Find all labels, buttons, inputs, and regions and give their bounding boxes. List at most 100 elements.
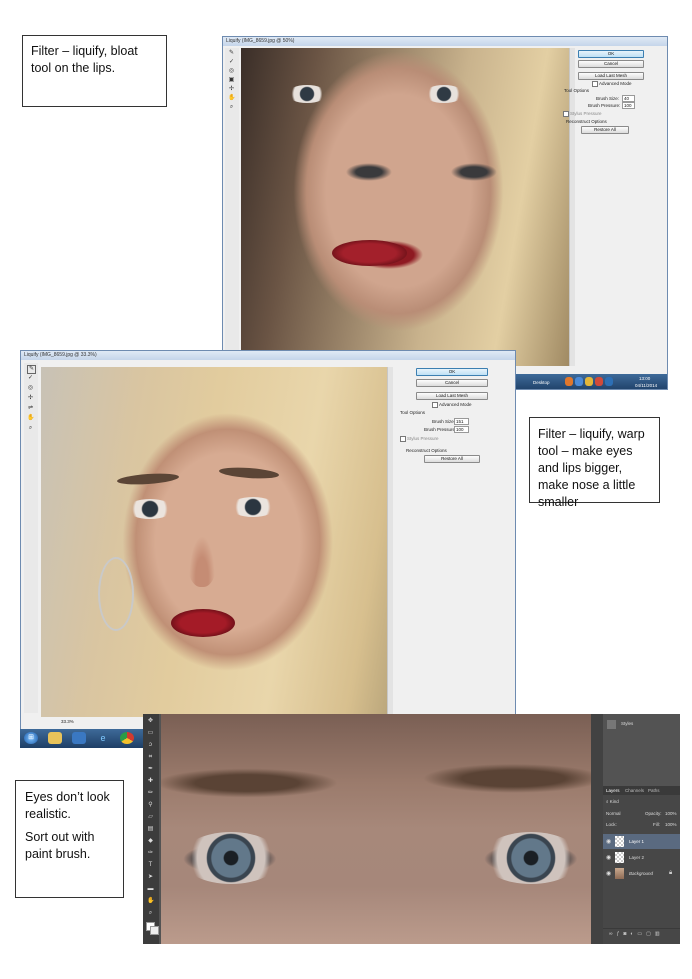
- tab-channels[interactable]: Channels: [625, 788, 644, 793]
- zoom-tool-icon[interactable]: ⌕: [228, 104, 235, 111]
- right-eye: [424, 85, 464, 103]
- pucker-tool-icon[interactable]: ✢: [27, 395, 34, 402]
- taskbar-app-icon[interactable]: [575, 377, 583, 386]
- ok-button[interactable]: OK: [578, 50, 644, 58]
- lasso-tool-icon[interactable]: ↄ: [147, 742, 154, 749]
- move-tool-icon[interactable]: ✥: [147, 718, 154, 725]
- forward-warp-tool-icon[interactable]: ✎: [228, 50, 235, 57]
- stylus-pressure-checkbox[interactable]: [400, 436, 406, 442]
- twirl-tool-icon[interactable]: ◎: [228, 68, 235, 75]
- zoom-tool-icon[interactable]: ⌕: [27, 425, 34, 432]
- gradient-tool-icon[interactable]: ▤: [147, 826, 154, 833]
- stylus-pressure-checkbox[interactable]: [563, 111, 569, 117]
- internet-explorer-icon[interactable]: e: [96, 732, 110, 744]
- pen-tool-icon[interactable]: ✑: [147, 850, 154, 857]
- advanced-mode-checkbox[interactable]: [432, 402, 438, 408]
- eye-visibility-icon[interactable]: ◉: [606, 854, 611, 861]
- marquee-tool-icon[interactable]: ▭: [147, 730, 154, 737]
- layer-name: Layer 2: [629, 855, 645, 860]
- restore-all-button[interactable]: Restore All: [581, 126, 629, 134]
- shape-tool-icon[interactable]: ▬: [147, 886, 154, 893]
- taskbar-desktop-label[interactable]: Desktop: [533, 380, 550, 385]
- file-explorer-icon[interactable]: [48, 732, 62, 744]
- hand-tool-icon[interactable]: ✋: [27, 415, 34, 422]
- chrome-icon[interactable]: [120, 732, 134, 744]
- brush-tool-icon[interactable]: ✏: [147, 790, 154, 797]
- reconstruct-tool-icon[interactable]: ✓: [27, 375, 34, 382]
- media-app-icon[interactable]: [72, 732, 86, 744]
- face-photo-1[interactable]: [241, 48, 569, 366]
- tool-options-heading: Tool Options: [400, 410, 426, 415]
- advanced-mode-checkbox[interactable]: [592, 81, 598, 87]
- styles-panel-row[interactable]: Styles: [603, 718, 680, 732]
- eye-visibility-icon[interactable]: ◉: [606, 838, 611, 845]
- ok-button[interactable]: OK: [416, 368, 488, 376]
- zoom-tool-icon[interactable]: ⌕: [147, 910, 154, 917]
- cancel-button[interactable]: Cancel: [416, 379, 488, 387]
- cancel-button[interactable]: Cancel: [578, 60, 644, 68]
- brush-size-field[interactable]: 151: [454, 418, 469, 425]
- eyes-closeup-photo[interactable]: [161, 714, 591, 944]
- crop-tool-icon[interactable]: ⌗: [147, 754, 154, 761]
- group-icon[interactable]: ▭: [637, 931, 646, 937]
- brush-pressure-field[interactable]: 100: [454, 426, 469, 433]
- clone-stamp-icon[interactable]: ⚲: [147, 802, 154, 809]
- new-layer-icon[interactable]: ▢: [646, 931, 655, 937]
- layer-thumbnail: [615, 836, 624, 847]
- eraser-tool-icon[interactable]: ▱: [147, 814, 154, 821]
- pucker-tool-icon[interactable]: ▣: [228, 77, 235, 84]
- styles-panel-icon: [607, 720, 616, 729]
- type-tool-icon[interactable]: T: [147, 862, 154, 869]
- lock-icon: 🔒︎: [669, 870, 673, 876]
- brush-size-field[interactable]: 40: [622, 95, 635, 102]
- hand-tool-icon[interactable]: ✋: [228, 95, 235, 102]
- layer-thumbnail: [615, 868, 624, 879]
- link-layers-icon[interactable]: ∞: [609, 931, 617, 937]
- layer-row[interactable]: ◉ Layer 2: [603, 850, 680, 865]
- layer-row[interactable]: ◉ Background 🔒︎: [603, 866, 680, 881]
- zoom-level[interactable]: 33.3%: [61, 719, 74, 724]
- twirl-tool-icon[interactable]: ◎: [27, 385, 34, 392]
- fill-field[interactable]: 100%: [665, 822, 677, 827]
- face-photo-2[interactable]: [41, 367, 387, 717]
- clock-date: 04/11/2014: [635, 383, 658, 388]
- load-last-mesh-button[interactable]: Load Last Mesh: [578, 72, 644, 80]
- reconstruct-tool-icon[interactable]: ✓: [228, 59, 235, 66]
- taskbar-app-icon[interactable]: [565, 377, 573, 386]
- tab-paths[interactable]: Paths: [648, 788, 660, 793]
- hand-tool-icon[interactable]: ✋: [147, 898, 154, 905]
- taskbar-app-icon[interactable]: [585, 377, 593, 386]
- brush-pressure-field[interactable]: 100: [622, 102, 635, 109]
- forward-warp-tool-icon[interactable]: ✎: [27, 365, 36, 374]
- windows-taskbar-1: Desktop 13:00 04/11/2014: [513, 374, 667, 389]
- photoshop-tools-panel: ✥ ▭ ↄ ⌗ ✒ ✚ ✏ ⚲ ▱ ▤ ◆ ✑ T ➤ ▬ ✋ ⌕: [143, 714, 159, 944]
- trash-icon[interactable]: ▥: [655, 931, 664, 937]
- path-selection-icon[interactable]: ➤: [147, 874, 154, 881]
- restore-all-button[interactable]: Restore All: [424, 455, 480, 463]
- blur-tool-icon[interactable]: ◆: [147, 838, 154, 845]
- layer-row[interactable]: ◉ Layer 1: [603, 834, 680, 849]
- vertical-scrollbar-2[interactable]: [387, 367, 393, 717]
- tool-options-heading: Tool Options: [564, 88, 590, 93]
- blend-mode-select[interactable]: Normal: [606, 811, 621, 816]
- advanced-mode-label: Advanced Mode: [599, 81, 632, 86]
- load-last-mesh-button[interactable]: Load Last Mesh: [416, 392, 488, 400]
- clock-time: 13:00: [639, 376, 651, 381]
- background-color-swatch[interactable]: [150, 926, 159, 935]
- taskbar-app-icon[interactable]: [605, 377, 613, 386]
- opacity-field[interactable]: 100%: [665, 811, 677, 816]
- liquify-window-2: Liquify (IMG_8659.jpg @ 33.3%) ✎ ✓ ◎ ✢ ⇌…: [20, 350, 516, 748]
- healing-brush-icon[interactable]: ✚: [147, 778, 154, 785]
- eyedropper-tool-icon[interactable]: ✒: [147, 766, 154, 773]
- eye-visibility-icon[interactable]: ◉: [606, 870, 611, 877]
- bloat-tool-icon[interactable]: ✢: [228, 86, 235, 93]
- annotation-text-1: Filter – liquify, bloat tool on the lips…: [31, 44, 138, 75]
- vertical-scrollbar-1[interactable]: [569, 48, 575, 366]
- push-left-tool-icon[interactable]: ⇌: [27, 405, 34, 412]
- left-eye: [287, 85, 327, 103]
- photoshop-window: ✥ ▭ ↄ ⌗ ✒ ✚ ✏ ⚲ ▱ ▤ ◆ ✑ T ➤ ▬ ✋ ⌕ Styles…: [143, 714, 680, 944]
- start-button-icon[interactable]: ⊞: [24, 732, 38, 744]
- tab-layers[interactable]: Layers: [606, 788, 620, 793]
- taskbar-app-icon[interactable]: [595, 377, 603, 386]
- kind-filter[interactable]: ⌕ Kind: [606, 799, 619, 804]
